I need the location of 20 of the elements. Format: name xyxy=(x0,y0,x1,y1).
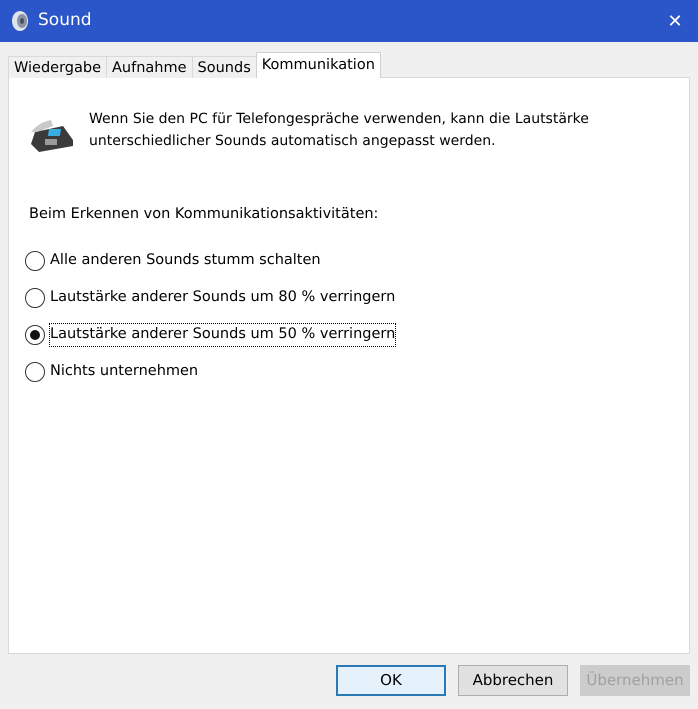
dialog-button[interactable]: Abbrechen xyxy=(458,665,568,696)
speaker-icon xyxy=(10,10,30,32)
tab[interactable]: Wiedergabe xyxy=(8,56,108,78)
radio-button[interactable] xyxy=(25,362,45,382)
radio-button[interactable] xyxy=(25,325,45,346)
radio-label[interactable]: Nichts unternehmen xyxy=(50,361,198,384)
dialog-button[interactable]: OK xyxy=(336,665,446,696)
telephone-icon xyxy=(29,118,75,152)
radio-label[interactable]: Lautstärke anderer Sounds um 50 % verringern xyxy=(50,324,396,346)
group-label: Beim Erkennen von Kommunikationsaktivitäten: xyxy=(29,205,380,224)
radio-button[interactable] xyxy=(25,251,45,272)
radio-label[interactable]: Alle anderen Sounds stumm schalten xyxy=(50,250,321,272)
window-title: Sound xyxy=(38,9,93,32)
tab[interactable]: Sounds xyxy=(192,56,257,78)
close-button[interactable]: ✕ xyxy=(652,0,698,42)
description-text: Wenn Sie den PC für Telefongespräche verwenden, kann die Lautstärke unterschiedlicher Sounds automatisch angepasst werden. xyxy=(89,110,590,151)
radio-label[interactable]: Lautstärke anderer Sounds um 80 % verringern xyxy=(50,287,396,310)
tab[interactable]: Aufnahme xyxy=(106,56,193,78)
radio-button[interactable] xyxy=(25,288,45,308)
tab[interactable]: Kommunikation xyxy=(256,52,381,78)
